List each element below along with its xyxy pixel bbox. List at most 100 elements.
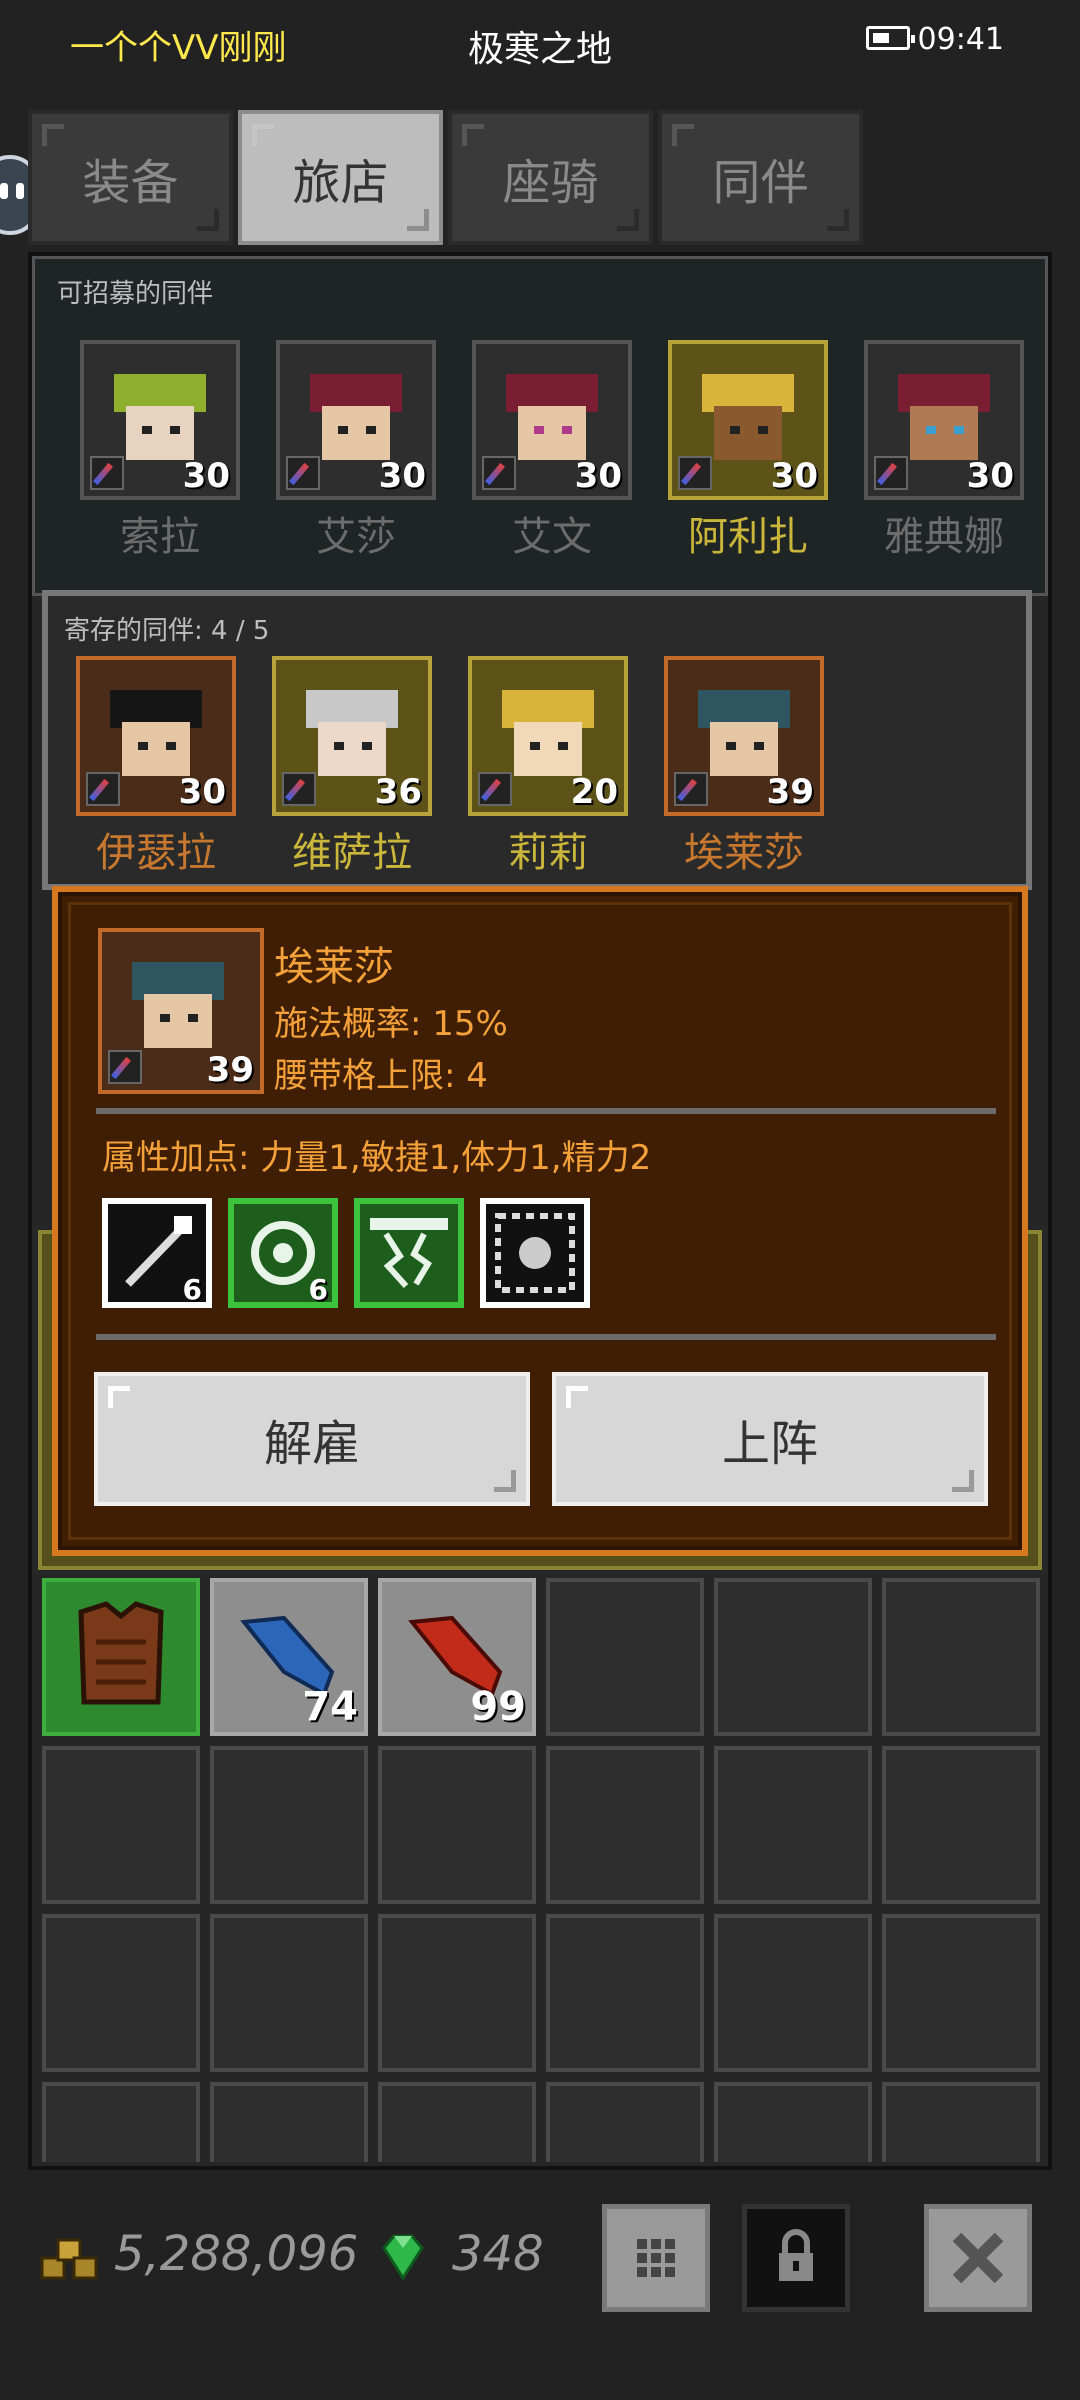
item-quantity: 74 <box>302 1684 358 1730</box>
companion-portrait[interactable]: 30 <box>76 656 236 816</box>
selected-companion-name: 埃莱莎 <box>274 944 394 990</box>
companion-portrait[interactable]: 30 <box>864 340 1024 500</box>
inventory-slot[interactable] <box>882 2082 1040 2162</box>
poison-skill-icon[interactable]: 6 <box>228 1198 338 1308</box>
inventory-slot[interactable] <box>546 2082 704 2162</box>
inventory-slot[interactable] <box>546 1746 704 1904</box>
lightning-skill-icon[interactable] <box>354 1198 464 1308</box>
companion-name: 艾文 <box>512 514 592 560</box>
cast-rate: 施法概率: 15% <box>274 1004 508 1044</box>
tab-inn[interactable]: 旅店 <box>238 110 443 245</box>
belt-limit: 腰带格上限: 4 <box>274 1056 488 1096</box>
tab-label: 同伴 <box>712 154 809 211</box>
frost-skill-icon[interactable] <box>480 1198 590 1308</box>
tab-companion[interactable]: 同伴 <box>658 110 863 245</box>
wand-skill-icon[interactable]: 6 <box>102 1198 212 1308</box>
item-quantity: 99 <box>470 1684 526 1730</box>
class-icon <box>874 456 908 490</box>
attribute-points: 属性加点: 力量1,敏捷1,体力1,精力2 <box>102 1138 652 1178</box>
class-icon <box>482 456 516 490</box>
tab-equipment[interactable]: 装备 <box>28 110 233 245</box>
class-icon <box>282 772 316 806</box>
gem-icon <box>382 2234 424 2281</box>
inventory-slot[interactable] <box>714 1578 872 1736</box>
inventory-slot[interactable] <box>42 1578 200 1736</box>
gem-amount: 348 <box>452 2226 544 2282</box>
level-badge: 30 <box>966 456 1014 496</box>
inventory-slot[interactable] <box>210 1746 368 1904</box>
inventory-slot[interactable] <box>882 1746 1040 1904</box>
class-icon <box>286 456 320 490</box>
inventory-slot[interactable] <box>546 1578 704 1736</box>
companion-detail-popup: 39 埃莱莎 施法概率: 15% 腰带格上限: 4 属性加点: 力量1,敏捷1,… <box>52 886 1028 1556</box>
class-icon <box>108 1050 142 1084</box>
companion-name: 雅典娜 <box>884 514 1004 560</box>
inventory-slot[interactable]: 99 <box>378 1578 536 1736</box>
companion-portrait[interactable]: 30 <box>276 340 436 500</box>
companion-name: 艾莎 <box>316 514 396 560</box>
companion-portrait[interactable]: 36 <box>272 656 432 816</box>
companion-portrait[interactable]: 30 <box>80 340 240 500</box>
inventory-slot[interactable] <box>714 2082 872 2162</box>
tab-label: 旅店 <box>292 154 389 211</box>
inventory-slot[interactable] <box>378 1914 536 2072</box>
grid-button[interactable] <box>602 2204 710 2312</box>
level-badge: 30 <box>182 456 230 496</box>
recruit-panel-title: 可招募的同伴 <box>57 279 214 309</box>
class-icon <box>90 456 124 490</box>
divider <box>96 1108 996 1114</box>
storage-panel-title: 寄存的同伴: 4 / 5 <box>64 616 270 646</box>
level-badge: 39 <box>766 772 814 812</box>
close-button[interactable] <box>924 2204 1032 2312</box>
inventory-slot[interactable]: 74 <box>210 1578 368 1736</box>
companion-portrait[interactable]: 20 <box>468 656 628 816</box>
battery-icon <box>866 26 915 50</box>
inventory-slot[interactable] <box>378 2082 536 2162</box>
inventory-slot[interactable] <box>378 1746 536 1904</box>
inventory-slot[interactable] <box>42 1914 200 2072</box>
deploy-button[interactable]: 上阵 <box>552 1372 988 1506</box>
level-badge: 20 <box>570 772 618 812</box>
close-icon <box>952 2232 1004 2284</box>
lock-icon <box>779 2229 813 2281</box>
companion-name: 阿利扎 <box>688 514 808 560</box>
inventory-slot[interactable] <box>714 1746 872 1904</box>
level-badge: 30 <box>574 456 622 496</box>
inventory-slot[interactable] <box>882 1914 1040 2072</box>
level-badge: 30 <box>378 456 426 496</box>
level-badge: 30 <box>770 456 818 496</box>
gold-icon <box>40 2238 98 2280</box>
deploy-label: 上阵 <box>721 1416 818 1472</box>
inventory-slot[interactable] <box>42 2082 200 2162</box>
class-icon <box>478 772 512 806</box>
tab-mount[interactable]: 座骑 <box>448 110 653 245</box>
inventory-slot[interactable] <box>42 1746 200 1904</box>
companion-name: 伊瑟拉 <box>96 830 216 876</box>
inventory-slot[interactable] <box>546 1914 704 2072</box>
tab-label: 装备 <box>82 154 179 211</box>
companion-portrait[interactable]: 30 <box>668 340 828 500</box>
class-icon <box>86 772 120 806</box>
clock: 09:41 <box>917 22 1004 57</box>
skill-count: 6 <box>182 1273 202 1306</box>
divider <box>96 1334 996 1340</box>
companion-name: 埃莱莎 <box>684 830 804 876</box>
dismiss-label: 解雇 <box>263 1416 360 1472</box>
inventory-slot[interactable] <box>882 1578 1040 1736</box>
grid-icon <box>637 2239 675 2277</box>
level-badge: 39 <box>206 1050 254 1090</box>
selected-companion-portrait: 39 <box>98 928 264 1094</box>
status-bar: 一个个VV刚刚 极寒之地 09:41 <box>0 0 1080 86</box>
level-badge: 36 <box>374 772 422 812</box>
inventory-slot[interactable] <box>210 2082 368 2162</box>
companion-portrait[interactable]: 39 <box>664 656 824 816</box>
inventory-slot[interactable] <box>714 1914 872 2072</box>
inventory-slot[interactable] <box>210 1914 368 2072</box>
lock-button[interactable] <box>742 2204 850 2312</box>
companion-name: 索拉 <box>120 514 200 560</box>
companion-portrait[interactable]: 30 <box>472 340 632 500</box>
dismiss-button[interactable]: 解雇 <box>94 1372 530 1506</box>
skill-count: 6 <box>308 1273 328 1306</box>
level-badge: 30 <box>178 772 226 812</box>
companion-name: 维萨拉 <box>292 830 412 876</box>
